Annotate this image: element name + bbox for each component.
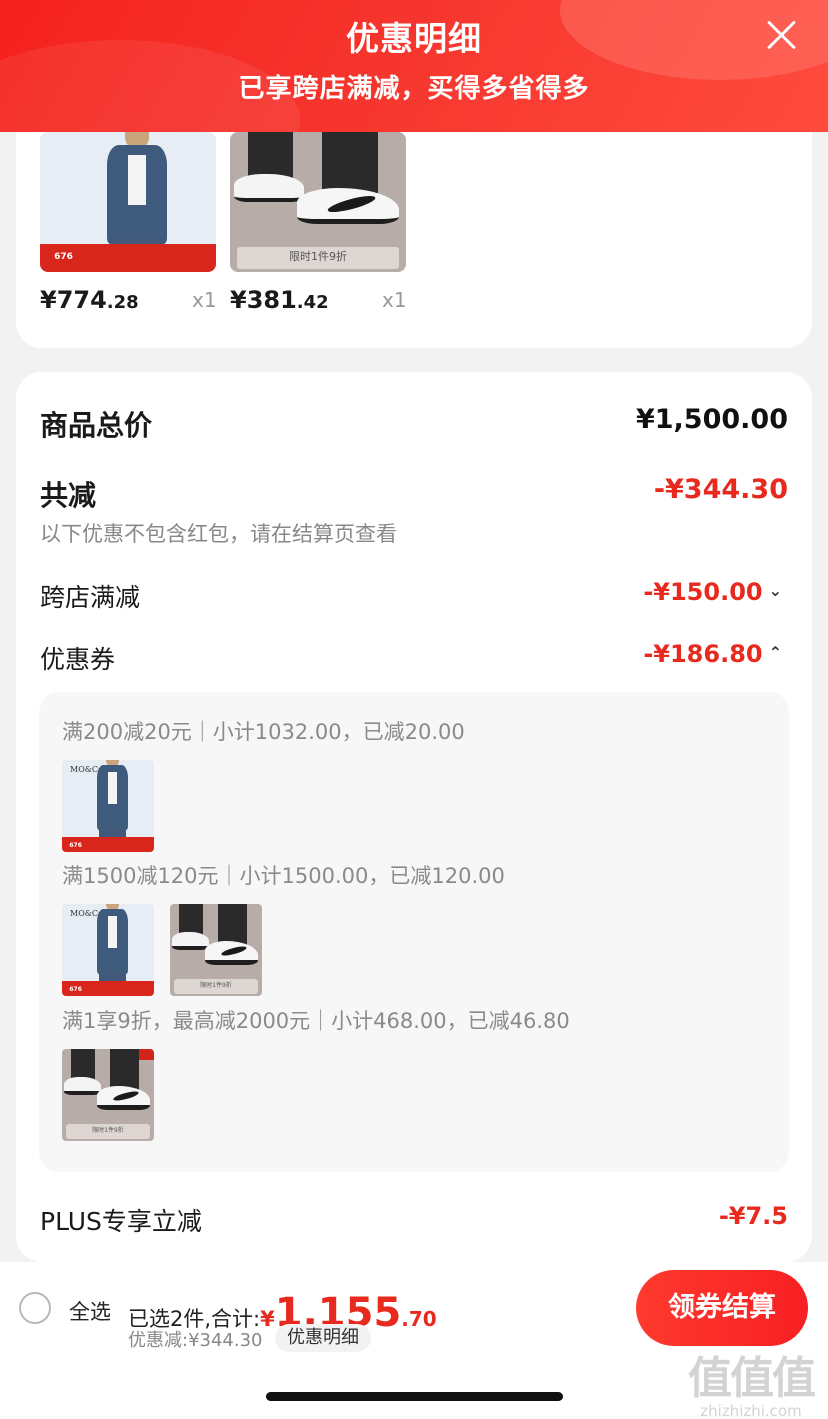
total-price-value: ¥1,500.00 xyxy=(635,404,788,435)
coupon-row[interactable]: 优惠券 -¥186.80 ⌃ xyxy=(40,640,788,680)
thumb-number: 676 xyxy=(69,841,82,849)
coupon-line: 满200减20元｜小计1032.00，已减20.00 xyxy=(62,720,465,744)
product-item-sneaker[interactable]: 限时1件9折 xyxy=(230,132,406,272)
product-qty: x1 xyxy=(192,288,217,312)
discount-summary-card: 商品总价 ¥1,500.00 共减 -¥344.30 以下优惠不包含红包，请在结… xyxy=(16,372,812,1262)
coupon-detail-box: 满200减20元｜小计1032.00，已减20.00 MO&Co. 676 满1… xyxy=(39,692,789,1172)
reduce-note-row: 以下优惠不包含红包，请在结算页查看 xyxy=(40,518,788,548)
total-price-row: 商品总价 ¥1,500.00 xyxy=(40,404,788,444)
cross-store-value: -¥150.00 xyxy=(643,578,763,606)
product-image-tag: 限时1件9折 xyxy=(237,246,399,270)
plus-row: PLUS专享立减 -¥7.5 xyxy=(40,1202,788,1242)
total-reduce-row: 共减 -¥344.30 xyxy=(40,474,788,514)
cross-store-label: 跨店满减 xyxy=(40,583,141,612)
total-amount-decimal: .70 xyxy=(401,1307,437,1331)
coupon-line: 满1享9折，最高减2000元｜小计468.00，已减46.80 xyxy=(62,1009,570,1033)
price-main: ¥381 xyxy=(230,286,297,314)
chevron-down-icon: ⌄ xyxy=(768,581,782,600)
price-decimal: .28 xyxy=(106,292,139,313)
product-price: ¥381.42 xyxy=(230,286,329,314)
plus-label: PLUS专享立减 xyxy=(40,1207,202,1236)
watermark: 值值值 zhizhizhi.com xyxy=(676,1342,826,1419)
home-indicator[interactable] xyxy=(266,1392,563,1401)
total-reduce-value: -¥344.30 xyxy=(653,474,788,505)
product-price: ¥774.28 xyxy=(40,286,139,314)
cross-store-row[interactable]: 跨店满减 -¥150.00 ⌄ xyxy=(40,578,788,618)
product-item-jacket[interactable]: 676 xyxy=(40,132,216,272)
product-image-jacket: 676 xyxy=(40,132,216,272)
cross-store-amount: -¥150.00 ⌄ xyxy=(643,578,782,606)
page-title: 优惠明细 xyxy=(346,19,482,58)
thumb-number: 676 xyxy=(69,985,82,993)
header: 优惠明细 已享跨店满减，买得多省得多 xyxy=(0,0,828,132)
price-decimal: .42 xyxy=(296,292,329,313)
discount-text: 优惠减:¥344.30 xyxy=(128,1330,263,1351)
product-qty: x1 xyxy=(382,288,407,312)
total-price-label: 商品总价 xyxy=(40,409,153,442)
product-card: 676 ¥774.28 x1 限时1件9折 ¥381.42 x1 xyxy=(16,100,812,348)
close-icon[interactable] xyxy=(764,18,798,52)
product-image-number: 676 xyxy=(54,252,73,263)
coupon-product-thumb-jacket: MO&Co. 676 xyxy=(62,904,154,996)
thumb-tag: 限时1件9折 xyxy=(173,979,259,995)
plus-value: -¥7.5 xyxy=(718,1202,788,1230)
page-subtitle: 已享跨店满减，买得多省得多 xyxy=(238,74,590,104)
coupon-line: 满1500减120元｜小计1500.00，已减120.00 xyxy=(62,864,505,888)
coupon-amount: -¥186.80 ⌃ xyxy=(643,640,782,668)
coupon-product-thumb-jacket: MO&Co. 676 xyxy=(62,760,154,852)
discount-detail-button[interactable]: 优惠明细 xyxy=(275,1324,371,1352)
coupon-product-thumb-sneaker: 限时1件9折 xyxy=(62,1049,154,1141)
product-image-sneaker: 限时1件9折 xyxy=(230,132,406,272)
total-reduce-label: 共减 xyxy=(40,479,97,512)
price-main: ¥774 xyxy=(40,286,107,314)
coupon-product-thumb-sneaker: 限时1件9折 xyxy=(170,904,262,996)
thumb-tag: 限时1件9折 xyxy=(65,1124,151,1140)
chevron-up-icon: ⌃ xyxy=(768,643,782,662)
coupon-label: 优惠券 xyxy=(40,645,116,674)
reduce-note: 以下优惠不包含红包，请在结算页查看 xyxy=(40,522,397,546)
select-all-label[interactable]: 全选 xyxy=(69,1296,111,1326)
watermark-logo: 值值值 xyxy=(688,1353,816,1404)
select-all-checkbox[interactable] xyxy=(19,1292,51,1324)
checkout-button[interactable]: 领券结算 xyxy=(636,1270,808,1346)
checkout-bar: 全选 已选2件,合计:¥1,155.70 优惠减:¥344.30 优惠明细 领券… xyxy=(0,1262,828,1419)
coupon-value: -¥186.80 xyxy=(643,640,763,668)
